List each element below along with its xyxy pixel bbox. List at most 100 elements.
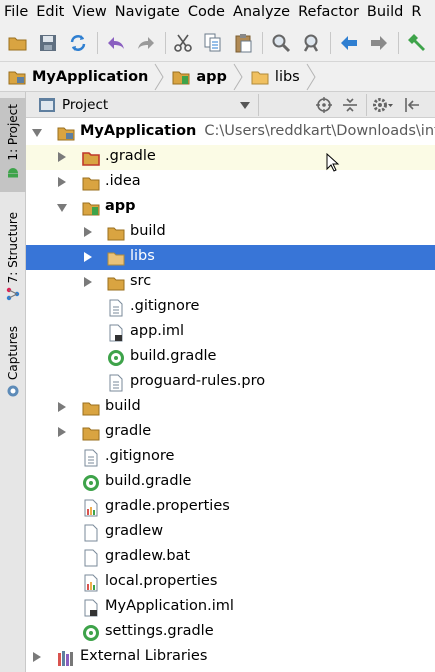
save-icon[interactable] — [36, 31, 59, 55]
tree-item-gradle-dir[interactable]: .gradle — [26, 145, 435, 170]
tree-item-gradlew-bat[interactable]: gradlew.bat — [26, 545, 435, 570]
tree-item-label: app.iml — [130, 323, 185, 339]
tab-structure[interactable]: 7: Structure — [0, 212, 26, 304]
tree-item-label: build.gradle — [130, 348, 217, 364]
tab-label: 1: Project — [6, 104, 20, 161]
header-separator — [258, 94, 259, 116]
menu-edit[interactable]: Edit — [36, 4, 70, 20]
collapsed-arrow-icon[interactable] — [57, 152, 67, 162]
tree-item-app-build[interactable]: build — [26, 220, 435, 245]
undo-icon[interactable] — [104, 31, 127, 55]
tree-item-label: local.properties — [105, 573, 218, 589]
tab-project[interactable]: 1: Project — [0, 98, 26, 192]
breadcrumb-separator-icon — [306, 63, 316, 90]
cut-icon[interactable] — [172, 31, 195, 55]
tree-item-root-build-gradle[interactable]: build.gradle — [26, 470, 435, 495]
collapsed-arrow-icon[interactable] — [32, 652, 42, 662]
file-icon — [84, 524, 98, 542]
folder-icon — [82, 427, 100, 441]
hide-panel-icon[interactable] — [404, 97, 420, 113]
tree-item-label: .gitignore — [130, 298, 200, 314]
tree-item-settings-gradle[interactable]: settings.gradle — [26, 620, 435, 645]
tree-item-external-libraries[interactable]: External Libraries — [26, 645, 435, 670]
text-file-icon — [109, 374, 123, 392]
tree-item-myapplication-iml[interactable]: MyApplication.iml — [26, 595, 435, 620]
breadcrumb-label: libs — [274, 68, 300, 85]
tree-item-gradle-folder[interactable]: gradle — [26, 420, 435, 445]
file-icon — [84, 549, 98, 567]
tree-item-label: src — [130, 273, 152, 289]
menu-build[interactable]: Build — [367, 4, 409, 20]
tree-item-label: External Libraries — [80, 648, 208, 664]
tree-item-idea[interactable]: .idea — [26, 170, 435, 195]
gear-icon[interactable] — [372, 97, 394, 113]
view-dropdown-icon[interactable] — [240, 102, 250, 110]
iml-file-icon — [109, 324, 123, 342]
expanded-arrow-icon[interactable] — [57, 203, 67, 213]
tree-item-label: proguard-rules.pro — [130, 373, 266, 389]
collapsed-arrow-icon[interactable] — [83, 227, 93, 237]
tree-root-myapplication[interactable]: MyApplication C:\Users\reddkart\Downloads… — [26, 120, 435, 145]
header-separator — [366, 94, 367, 116]
collapsed-arrow-icon[interactable] — [57, 427, 67, 437]
hammer-icon[interactable] — [405, 31, 428, 55]
breadcrumb-separator-icon — [233, 63, 243, 90]
forward-icon[interactable] — [367, 31, 390, 55]
collapsed-arrow-icon[interactable] — [83, 252, 93, 262]
project-tree: MyApplication C:\Users\reddkart\Downloads… — [26, 118, 435, 672]
module-folder-icon — [172, 71, 190, 84]
breadcrumb-item-myapplication[interactable]: MyApplication — [8, 69, 148, 85]
collapsed-arrow-icon[interactable] — [57, 177, 67, 187]
module-folder-icon — [82, 202, 100, 216]
excluded-folder-icon — [82, 152, 100, 166]
breadcrumb-separator-icon — [154, 63, 164, 90]
menu-view[interactable]: View — [72, 4, 112, 20]
tree-item-proguard[interactable]: proguard-rules.pro — [26, 370, 435, 395]
tree-item-local-properties[interactable]: local.properties — [26, 570, 435, 595]
menu-file[interactable]: File — [4, 4, 34, 20]
menu-run[interactable]: R — [411, 4, 427, 20]
find-icon[interactable] — [269, 31, 292, 55]
tree-item-label: .gitignore — [105, 448, 175, 464]
folder-icon — [107, 277, 125, 291]
tree-item-label: build.gradle — [105, 473, 192, 489]
collapsed-arrow-icon[interactable] — [83, 277, 93, 287]
tree-item-app[interactable]: app — [26, 195, 435, 220]
copy-icon[interactable] — [202, 31, 225, 55]
menu-navigate[interactable]: Navigate — [115, 4, 186, 20]
breadcrumb-item-libs[interactable]: libs — [251, 69, 300, 85]
tree-item-gradle-properties[interactable]: gradle.properties — [26, 495, 435, 520]
collapse-all-icon[interactable] — [342, 97, 358, 113]
locate-icon[interactable] — [316, 97, 332, 113]
tree-item-app-gitignore[interactable]: .gitignore — [26, 295, 435, 320]
menu-refactor[interactable]: Refactor — [298, 4, 365, 20]
redo-icon[interactable] — [134, 31, 157, 55]
paste-icon[interactable] — [232, 31, 255, 55]
sync-icon[interactable] — [67, 31, 90, 55]
menu-bar: File Edit View Navigate Code Analyze Ref… — [0, 0, 435, 24]
replace-icon[interactable] — [300, 31, 323, 55]
tree-item-label: build — [130, 223, 166, 239]
project-panel-header: Project — [26, 92, 435, 118]
tree-item-root-gitignore[interactable]: .gitignore — [26, 445, 435, 470]
breadcrumb-item-app[interactable]: app — [172, 69, 227, 85]
tree-item-gradlew[interactable]: gradlew — [26, 520, 435, 545]
breadcrumb-label: MyApplication — [32, 68, 149, 85]
tree-item-app-build-gradle[interactable]: build.gradle — [26, 345, 435, 370]
tree-item-label: MyApplication — [80, 123, 197, 139]
menu-code[interactable]: Code — [188, 4, 231, 20]
tree-item-libs[interactable]: libs — [26, 245, 435, 270]
tree-item-app-iml[interactable]: app.iml — [26, 320, 435, 345]
folder-icon — [82, 402, 100, 416]
back-icon[interactable] — [337, 31, 360, 55]
tree-item-src[interactable]: src — [26, 270, 435, 295]
tree-item-label: libs — [130, 248, 155, 264]
tree-item-root-build[interactable]: build — [26, 395, 435, 420]
tab-captures[interactable]: Captures — [0, 326, 26, 404]
menu-analyze[interactable]: Analyze — [233, 4, 296, 20]
expanded-arrow-icon[interactable] — [32, 128, 42, 138]
collapsed-arrow-icon[interactable] — [57, 402, 67, 412]
folder-icon — [107, 252, 125, 266]
android-icon — [8, 167, 18, 178]
open-folder-icon[interactable] — [6, 31, 29, 55]
